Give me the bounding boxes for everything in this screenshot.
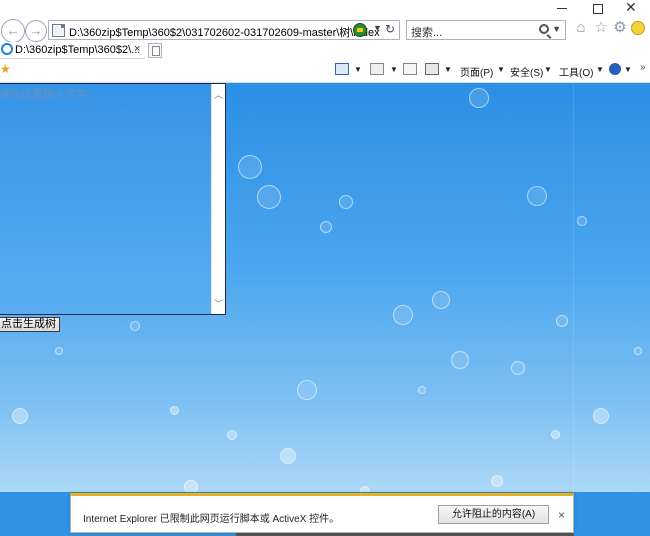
chevron-down-icon[interactable]: ▼ bbox=[596, 65, 604, 74]
maximize-button[interactable] bbox=[593, 4, 603, 14]
bubble-decoration bbox=[593, 408, 609, 424]
command-bar-more[interactable]: » bbox=[640, 62, 646, 73]
bubble-decoration bbox=[418, 386, 426, 394]
bubble-decoration bbox=[130, 321, 140, 331]
bubble-decoration bbox=[393, 305, 413, 325]
notification-close-button[interactable]: × bbox=[558, 508, 565, 522]
gear-icon[interactable]: ⚙ bbox=[612, 20, 628, 36]
print-icon[interactable] bbox=[425, 63, 439, 75]
textarea-placeholder: 请在这里输入文字 bbox=[0, 89, 87, 101]
add-favorites-icon[interactable]: ★ bbox=[0, 63, 12, 75]
bubble-decoration bbox=[432, 291, 450, 309]
address-text[interactable]: D:\360zip$Temp\360$2\031702602-031702609… bbox=[69, 24, 380, 40]
safety-menu[interactable]: 安全(S) bbox=[510, 64, 543, 79]
bubble-decoration bbox=[12, 408, 28, 424]
search-dropdown-icon[interactable]: ▼ bbox=[552, 24, 561, 34]
bubble-decoration bbox=[257, 185, 281, 209]
chevron-down-icon[interactable]: ▼ bbox=[544, 65, 552, 74]
tab-title[interactable]: D:\360zip$Temp\360$2\... bbox=[15, 44, 140, 56]
home-icon[interactable]: ⌂ bbox=[573, 20, 589, 36]
favorites-star-icon[interactable]: ☆ bbox=[593, 20, 609, 36]
bubble-decoration bbox=[491, 475, 503, 487]
command-bar: ★ ▼ ▼ ▼ 页面(P) ▼ 安全(S) ▼ 工具(O) ▼ ▼ » bbox=[0, 59, 650, 83]
bubble-decoration bbox=[556, 315, 568, 327]
page-menu[interactable]: 页面(P) bbox=[460, 64, 493, 79]
bubble-decoration bbox=[339, 195, 353, 209]
new-tab-icon[interactable] bbox=[148, 43, 162, 58]
address-dropdown-icon[interactable]: ▼ bbox=[373, 23, 382, 33]
rss-icon[interactable] bbox=[370, 63, 384, 75]
bubble-decoration bbox=[320, 221, 332, 233]
search-icon[interactable] bbox=[539, 24, 549, 34]
page-icon bbox=[52, 24, 65, 37]
browser-titlebar: ← → D:\360zip$Temp\360$2\031702602-03170… bbox=[0, 0, 650, 43]
bubble-decoration bbox=[634, 347, 642, 355]
bubble-decoration bbox=[511, 361, 525, 375]
tools-menu[interactable]: 工具(O) bbox=[559, 64, 593, 79]
close-window-button[interactable]: ✕ bbox=[625, 0, 637, 14]
tab-close-button[interactable]: × bbox=[134, 43, 140, 55]
bubble-decoration bbox=[227, 430, 237, 440]
bubble-decoration bbox=[297, 380, 317, 400]
forward-button[interactable]: → bbox=[25, 20, 47, 42]
bubble-decoration bbox=[55, 347, 63, 355]
refresh-icon[interactable]: ↻ bbox=[385, 22, 395, 36]
minimize-button[interactable] bbox=[557, 2, 569, 14]
bubble-decoration bbox=[170, 406, 179, 415]
chevron-down-icon[interactable]: ▼ bbox=[497, 65, 505, 74]
chevron-down-icon[interactable]: ▼ bbox=[444, 65, 452, 74]
bubble-decoration bbox=[280, 448, 296, 464]
text-input-area[interactable]: 请在这里输入文字 ︿ ﹀ bbox=[0, 83, 226, 315]
bubble-decoration bbox=[577, 216, 587, 226]
bubble-decoration bbox=[551, 430, 560, 439]
compatibility-icon[interactable] bbox=[353, 23, 367, 37]
mail-icon[interactable] bbox=[403, 63, 417, 75]
tab-current[interactable]: D:\360zip$Temp\360$2\... × bbox=[0, 42, 145, 59]
cmdbar-home-icon[interactable] bbox=[335, 63, 349, 75]
chevron-down-icon[interactable]: ﹀ bbox=[214, 297, 223, 310]
help-icon[interactable] bbox=[609, 63, 621, 75]
generate-tree-button[interactable]: 点击生成树 bbox=[0, 317, 60, 332]
bubble-decoration bbox=[527, 186, 547, 206]
bubble-decoration bbox=[451, 351, 469, 369]
textarea-scrollbar[interactable]: ︿ ﹀ bbox=[211, 84, 225, 314]
bubble-decoration bbox=[469, 88, 489, 108]
chevron-down-icon[interactable]: ▼ bbox=[354, 65, 362, 74]
search-input[interactable]: 搜索... bbox=[411, 24, 442, 40]
page-content: 请在这里输入文字 ︿ ﹀ 点击生成树 bbox=[0, 83, 650, 536]
chevron-up-icon[interactable]: ︿ bbox=[214, 88, 223, 101]
forward-arrow-icon: → bbox=[29, 23, 43, 38]
address-bar[interactable]: D:\360zip$Temp\360$2\031702602-031702609… bbox=[48, 20, 400, 40]
chevron-down-icon[interactable]: ▼ bbox=[390, 65, 398, 74]
ie-tab-icon bbox=[1, 43, 13, 55]
notification-message: Internet Explorer 已限制此网页运行脚本或 ActiveX 控件… bbox=[83, 514, 340, 525]
page-divider bbox=[573, 83, 574, 536]
search-box[interactable]: 搜索... ▼ bbox=[406, 20, 566, 40]
tab-row: D:\360zip$Temp\360$2\... × bbox=[0, 42, 650, 59]
smiley-icon[interactable] bbox=[631, 21, 645, 35]
back-button[interactable]: ← bbox=[1, 19, 25, 43]
security-notification-bar: Internet Explorer 已限制此网页运行脚本或 ActiveX 控件… bbox=[70, 493, 574, 533]
back-arrow-icon: ← bbox=[6, 23, 20, 38]
bubble-decoration bbox=[238, 155, 262, 179]
allow-blocked-content-button[interactable]: 允许阻止的内容(A) bbox=[438, 505, 549, 524]
chevron-down-icon[interactable]: ▼ bbox=[624, 65, 632, 74]
